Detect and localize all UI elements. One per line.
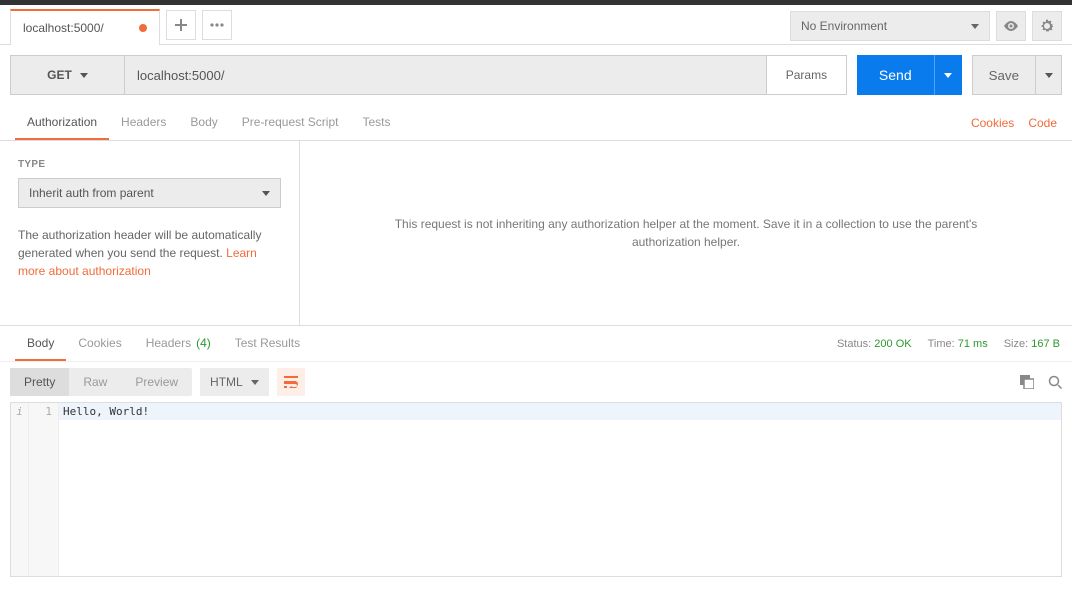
copy-icon (1020, 375, 1034, 389)
auth-type-select[interactable]: Inherit auth from parent (18, 178, 281, 208)
save-options-button[interactable] (1036, 55, 1062, 95)
size-meta: Size: 167 B (1004, 338, 1060, 350)
tab-headers[interactable]: Headers (109, 105, 178, 140)
authorization-panel: TYPE Inherit auth from parent The author… (0, 141, 1072, 326)
response-meta: Status: 200 OK Time: 71 ms Size: 167 B (837, 326, 1060, 362)
chevron-down-icon (80, 73, 88, 78)
resp-tab-tests[interactable]: Test Results (223, 326, 312, 361)
settings-button[interactable] (1032, 11, 1062, 41)
wrap-icon (284, 376, 298, 388)
resp-tab-body[interactable]: Body (15, 326, 66, 361)
send-button[interactable]: Send (857, 55, 934, 95)
cookies-link[interactable]: Cookies (971, 116, 1014, 130)
header-tabs-row: localhost:5000/ No Environment (0, 5, 1072, 45)
request-url-bar: GET Params Send Save (0, 45, 1072, 105)
format-preview[interactable]: Preview (121, 368, 192, 396)
format-raw[interactable]: Raw (69, 368, 121, 396)
wrap-lines-button[interactable] (277, 368, 305, 396)
http-method-select[interactable]: GET (10, 55, 125, 95)
search-icon (1048, 375, 1062, 389)
resp-tab-cookies[interactable]: Cookies (66, 326, 133, 361)
status-meta: Status: 200 OK (837, 338, 912, 350)
response-format-bar: Pretty Raw Preview HTML (0, 362, 1072, 402)
ellipsis-icon (210, 23, 224, 27)
chevron-down-icon (944, 73, 952, 78)
auth-type-value: Inherit auth from parent (29, 186, 154, 200)
format-pretty[interactable]: Pretty (10, 368, 69, 396)
request-tab[interactable]: localhost:5000/ (10, 9, 160, 45)
search-response-button[interactable] (1048, 375, 1062, 389)
code-link[interactable]: Code (1028, 116, 1057, 130)
headers-count-badge: (4) (196, 336, 211, 350)
fold-gutter: i (11, 403, 29, 576)
response-language-select[interactable]: HTML (200, 368, 269, 396)
tab-prerequest[interactable]: Pre-request Script (230, 105, 351, 140)
params-button[interactable]: Params (767, 55, 847, 95)
response-tabs: Body Cookies Headers (4) Test Results St… (0, 326, 1072, 362)
tab-authorization[interactable]: Authorization (15, 105, 109, 140)
save-button[interactable]: Save (972, 55, 1036, 95)
chevron-down-icon (971, 24, 979, 29)
send-options-button[interactable] (934, 55, 962, 95)
tab-body[interactable]: Body (178, 105, 229, 140)
request-tab-title: localhost:5000/ (23, 21, 104, 35)
tab-tests[interactable]: Tests (350, 105, 402, 140)
chevron-down-icon (262, 191, 270, 196)
chevron-down-icon (1045, 73, 1053, 78)
tab-options-button[interactable] (202, 10, 232, 40)
url-input[interactable] (125, 55, 767, 95)
chevron-down-icon (251, 380, 259, 385)
response-body-viewer[interactable]: i 1 Hello, World! (10, 402, 1062, 577)
gear-icon (1040, 19, 1054, 33)
auth-description: The authorization header will be automat… (18, 226, 281, 280)
environment-label: No Environment (801, 19, 887, 33)
resp-tab-headers[interactable]: Headers (4) (134, 326, 223, 361)
auth-type-label: TYPE (18, 159, 281, 170)
plus-icon (175, 19, 187, 31)
http-method-label: GET (47, 68, 72, 82)
new-tab-button[interactable] (166, 10, 196, 40)
line-number-gutter: 1 (29, 403, 59, 576)
environment-quicklook-button[interactable] (996, 11, 1026, 41)
time-meta: Time: 71 ms (928, 338, 988, 350)
auth-helper-message: This request is not inheriting any autho… (300, 141, 1072, 325)
copy-response-button[interactable] (1020, 375, 1034, 389)
environment-select[interactable]: No Environment (790, 11, 990, 41)
response-line: Hello, World! (59, 403, 1061, 420)
eye-icon (1003, 21, 1019, 31)
unsaved-indicator-icon (139, 24, 147, 32)
request-tabs: Authorization Headers Body Pre-request S… (0, 105, 1072, 141)
